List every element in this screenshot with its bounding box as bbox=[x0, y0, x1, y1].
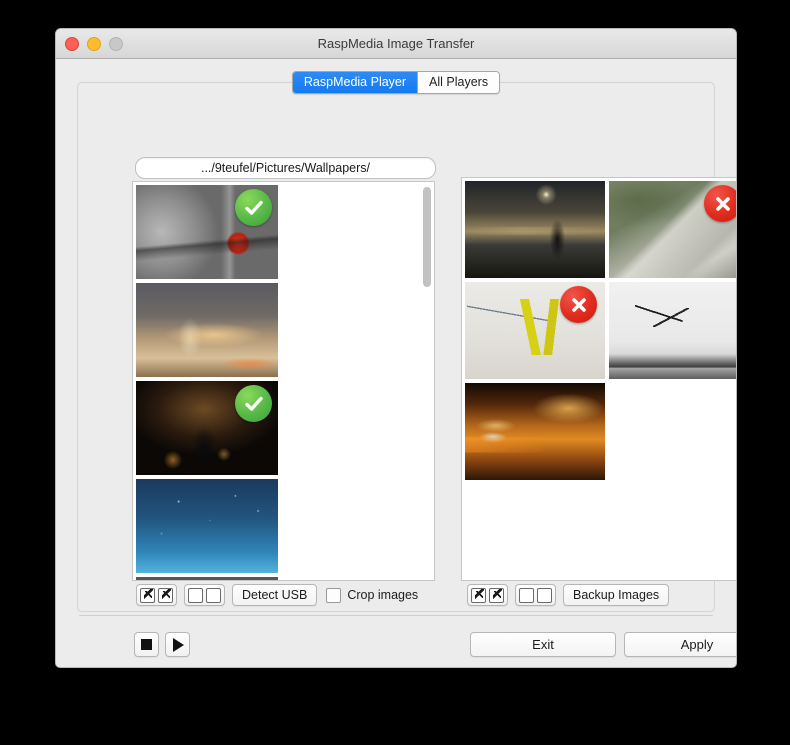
window-titlebar: RaspMedia Image Transfer bbox=[56, 29, 736, 59]
badge-cross-icon bbox=[560, 286, 597, 323]
thumbnail-detail-overlay bbox=[609, 282, 736, 379]
tab-bar: RaspMedia Player All Players bbox=[56, 71, 736, 94]
close-button-icon[interactable] bbox=[65, 37, 79, 51]
minimize-button-icon[interactable] bbox=[87, 37, 101, 51]
footer-divider bbox=[79, 615, 713, 616]
thumbnail-night-street-lights[interactable] bbox=[465, 383, 605, 480]
dest-checkbox-a2[interactable] bbox=[489, 587, 504, 603]
stop-button[interactable] bbox=[134, 632, 159, 657]
badge-cross-icon bbox=[704, 185, 736, 222]
thumbnail-bird-flight-bw[interactable] bbox=[609, 282, 736, 379]
thumbnail-bicycle-alley-bw[interactable] bbox=[136, 185, 278, 279]
thumbnail-city-lights-fog[interactable] bbox=[136, 283, 278, 377]
action-buttons: Exit Apply bbox=[470, 632, 736, 657]
destination-thumbnail-grid bbox=[465, 181, 736, 480]
source-path-field[interactable]: .../9teufel/Pictures/Wallpapers/ bbox=[135, 157, 436, 179]
transport-controls bbox=[134, 632, 190, 657]
source-image-panel[interactable] bbox=[132, 181, 435, 581]
thumbnail-concert-singer-night[interactable] bbox=[136, 381, 278, 475]
source-checkbox-a1[interactable] bbox=[140, 587, 155, 603]
source-checkbox-b1[interactable] bbox=[188, 587, 203, 603]
dest-deselect-all-checkbox-group[interactable] bbox=[515, 584, 556, 606]
thumbnail-detail-overlay bbox=[136, 479, 278, 573]
source-checkbox-b2[interactable] bbox=[206, 587, 221, 603]
thumbnail-lake-reflection-sunset[interactable] bbox=[465, 181, 605, 278]
thumbnail-dark-roof-night[interactable] bbox=[136, 577, 278, 580]
dest-checkbox-b2[interactable] bbox=[537, 587, 552, 603]
dest-checkbox-a1[interactable] bbox=[471, 587, 486, 603]
badge-check-icon bbox=[235, 189, 272, 226]
thumbnail-starry-blue-sky[interactable] bbox=[136, 479, 278, 573]
dest-checkbox-b1[interactable] bbox=[519, 587, 534, 603]
thumbnail-detail-overlay bbox=[465, 181, 605, 278]
thumbnail-rocky-scree-slope[interactable] bbox=[609, 181, 736, 278]
badge-check-icon bbox=[235, 385, 272, 422]
window-title: RaspMedia Image Transfer bbox=[317, 36, 475, 51]
select-all-checkbox-group[interactable] bbox=[136, 584, 177, 606]
segmented-control: RaspMedia Player All Players bbox=[291, 71, 501, 94]
thumbnail-detail-overlay bbox=[465, 383, 605, 480]
scrollbar-thumb[interactable] bbox=[423, 187, 431, 287]
source-controls-row: Detect USB Crop images bbox=[136, 584, 418, 606]
zoom-button-icon[interactable] bbox=[109, 37, 123, 51]
deselect-all-checkbox-group[interactable] bbox=[184, 584, 225, 606]
destination-controls-row: Backup Images bbox=[467, 584, 670, 606]
play-button[interactable] bbox=[165, 632, 190, 657]
dest-select-all-checkbox-group[interactable] bbox=[467, 584, 508, 606]
source-panel-scrollbar[interactable] bbox=[422, 185, 432, 577]
stop-icon bbox=[141, 639, 152, 650]
crop-images-checkbox[interactable] bbox=[326, 587, 342, 603]
destination-image-panel[interactable] bbox=[461, 177, 736, 581]
source-thumbnail-grid bbox=[136, 185, 423, 580]
window-traffic-lights bbox=[65, 37, 123, 51]
detect-usb-button[interactable]: Detect USB bbox=[232, 584, 318, 606]
thumbnail-detail-overlay bbox=[136, 283, 278, 377]
play-icon bbox=[173, 637, 184, 652]
backup-images-button[interactable]: Backup Images bbox=[563, 584, 670, 606]
apply-button[interactable]: Apply bbox=[624, 632, 736, 657]
thumbnail-dragonfly-yellow-flower-dest[interactable] bbox=[465, 282, 605, 379]
source-checkbox-a2[interactable] bbox=[158, 587, 173, 603]
application-window: RaspMedia Image Transfer RaspMedia Playe… bbox=[55, 28, 737, 668]
tab-raspmedia-player[interactable]: RaspMedia Player bbox=[292, 72, 418, 93]
tab-all-players[interactable]: All Players bbox=[417, 72, 500, 93]
thumbnail-detail-overlay bbox=[136, 577, 278, 580]
exit-button[interactable]: Exit bbox=[470, 632, 616, 657]
window-body: RaspMedia Player All Players .../9teufel… bbox=[56, 59, 736, 667]
crop-images-label: Crop images bbox=[347, 588, 419, 602]
